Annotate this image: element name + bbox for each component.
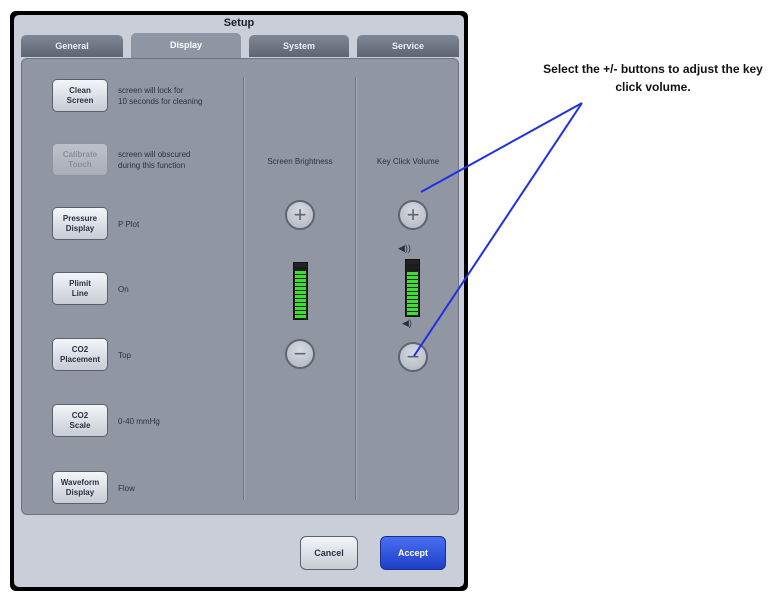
level-segment bbox=[295, 283, 306, 286]
level-segment bbox=[407, 280, 418, 283]
brightness-minus-button[interactable]: − bbox=[285, 339, 315, 369]
setup-screen: Setup General Display System Service Cle… bbox=[14, 15, 464, 587]
ventilator-display-bezel: Setup General Display System Service Cle… bbox=[10, 11, 468, 591]
level-segment bbox=[407, 264, 418, 267]
tab-general[interactable]: General bbox=[21, 35, 123, 57]
level-segment bbox=[407, 284, 418, 287]
column-divider bbox=[243, 77, 245, 500]
level-segment bbox=[295, 287, 306, 290]
level-segment bbox=[407, 292, 418, 295]
speaker-high-icon: ◀)) bbox=[398, 243, 411, 253]
key-click-volume-label: Key Click Volume bbox=[376, 157, 440, 166]
level-segment bbox=[407, 296, 418, 299]
level-segment bbox=[407, 272, 418, 275]
cancel-button[interactable]: Cancel bbox=[300, 536, 358, 570]
level-segment bbox=[407, 308, 418, 311]
screen-brightness-label: Screen Brightness bbox=[267, 157, 333, 166]
level-segment bbox=[295, 271, 306, 274]
clean-screen-button[interactable]: Clean Screen bbox=[52, 79, 108, 112]
volume-minus-button[interactable]: − bbox=[398, 342, 428, 372]
minus-icon: − bbox=[406, 344, 420, 369]
plus-icon: + bbox=[406, 202, 420, 227]
calibrate-touch-button[interactable]: Calibrate Touch bbox=[52, 143, 108, 176]
level-segment bbox=[295, 315, 306, 318]
speaker-low-icon: ◀) bbox=[402, 318, 412, 328]
brightness-plus-button[interactable]: + bbox=[285, 200, 315, 230]
annotation-callout: Select the +/- buttons to adjust the key… bbox=[543, 62, 763, 94]
level-segment bbox=[295, 307, 306, 310]
volume-level-bar bbox=[405, 259, 420, 317]
window-title: Setup bbox=[223, 17, 255, 29]
plus-icon: + bbox=[293, 202, 307, 227]
display-settings-panel: Clean Screen screen will lock for 10 sec… bbox=[21, 58, 459, 515]
co2-placement-button[interactable]: CO2 Placement bbox=[52, 338, 108, 371]
level-segment bbox=[407, 300, 418, 303]
plimit-line-value: On bbox=[118, 285, 129, 294]
tab-service[interactable]: Service bbox=[357, 35, 459, 57]
waveform-display-value: Flow bbox=[118, 484, 135, 493]
tab-display[interactable]: Display bbox=[131, 33, 241, 59]
pressure-display-value: P Plot bbox=[118, 220, 140, 229]
tab-system[interactable]: System bbox=[249, 35, 349, 57]
brightness-level-bar bbox=[293, 262, 308, 320]
level-segment bbox=[295, 299, 306, 302]
co2-scale-button[interactable]: CO2 Scale bbox=[52, 404, 108, 437]
level-segment bbox=[407, 312, 418, 315]
level-segment bbox=[295, 295, 306, 298]
accept-button[interactable]: Accept bbox=[380, 536, 446, 570]
level-segment bbox=[295, 303, 306, 306]
level-segment bbox=[295, 275, 306, 278]
calibrate-touch-description: screen will obscured during this functio… bbox=[118, 150, 191, 170]
level-segment bbox=[295, 311, 306, 314]
level-segment bbox=[407, 288, 418, 291]
minus-icon: − bbox=[293, 341, 307, 366]
pressure-display-button[interactable]: Pressure Display bbox=[52, 207, 108, 240]
waveform-display-button[interactable]: Waveform Display bbox=[52, 471, 108, 504]
level-segment bbox=[407, 276, 418, 279]
plimit-line-button[interactable]: Plimit Line bbox=[52, 272, 108, 305]
level-segment bbox=[407, 268, 418, 271]
volume-plus-button[interactable]: + bbox=[398, 200, 428, 230]
level-segment bbox=[295, 291, 306, 294]
co2-placement-value: Top bbox=[118, 351, 131, 360]
clean-screen-description: screen will lock for 10 seconds for clea… bbox=[118, 86, 203, 106]
level-segment bbox=[407, 304, 418, 307]
co2-scale-value: 0-40 mmHg bbox=[118, 417, 160, 426]
level-segment bbox=[295, 279, 306, 282]
column-divider bbox=[355, 77, 357, 500]
level-segment bbox=[295, 267, 306, 270]
